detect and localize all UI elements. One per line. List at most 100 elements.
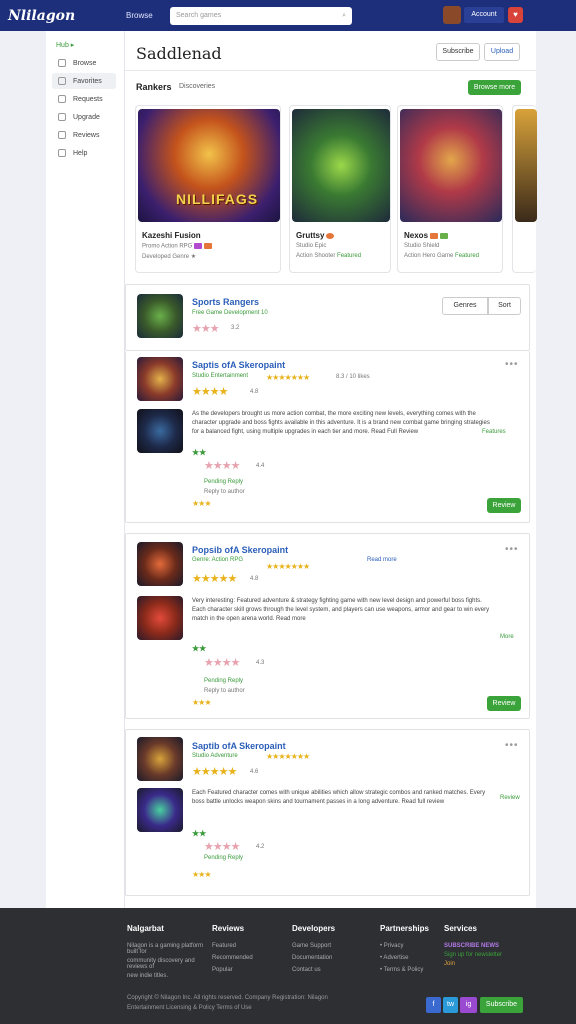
sidebar-item-favorites[interactable]: Favorites <box>52 73 116 89</box>
game-thumbnail[interactable] <box>137 542 183 586</box>
rating-value: 4.2 <box>256 844 265 850</box>
star-rating: ★★★★ <box>204 841 240 853</box>
footer-text: community discovery and reviews of <box>127 958 195 970</box>
likes-meta: 8.3 / 10 likes <box>336 374 370 380</box>
rating-value: 4.6 <box>250 769 259 775</box>
reviewer-avatar[interactable] <box>137 596 183 640</box>
review-button[interactable]: Review <box>487 498 521 513</box>
review-text: Very interesting: Featured adventure & s… <box>192 598 490 622</box>
game-thumbnail[interactable] <box>137 737 183 781</box>
badge-icons: ★★ <box>192 829 207 838</box>
game-subtitle: Studio Adventure <box>192 753 238 759</box>
game-title-link[interactable]: Popsib ofA Skeropaint <box>192 545 288 555</box>
game-meta: Action Shooter Featured <box>296 253 361 259</box>
game-name: Kazeshi Fusion <box>142 231 201 240</box>
footer-link[interactable]: Game Support <box>292 943 335 949</box>
game-category: Action Hero Game <box>404 253 454 259</box>
footer-column: Partnerships • Privacy • Advertise • Ter… <box>380 924 429 979</box>
badge-icon <box>194 243 203 249</box>
newsletter-title: SUBSCRIBE NEWS <box>444 943 500 949</box>
review-button[interactable]: Review <box>487 696 521 711</box>
badge-icon <box>326 232 335 239</box>
footer-column: Developers Game Support Documentation Co… <box>292 924 335 979</box>
join-link[interactable]: Join <box>444 961 536 967</box>
search-input[interactable]: Search games ⌕ <box>170 6 352 25</box>
subscribe-footer-button[interactable]: Subscribe <box>480 997 523 1013</box>
game-title-link[interactable]: Saptis ofA Skeropaint <box>192 360 285 370</box>
logo[interactable]: Nlilagon <box>8 8 126 24</box>
browse-more-button[interactable]: Browse more <box>468 80 521 95</box>
review-tag[interactable]: More <box>500 634 514 640</box>
footer-link[interactable]: • Privacy <box>380 943 429 949</box>
read-more-link[interactable]: Read more <box>367 557 397 563</box>
footer-link[interactable]: Recommended <box>212 955 253 961</box>
badge-icon <box>440 232 449 239</box>
instagram-icon[interactable]: ig <box>460 997 477 1013</box>
sidebar-item-label: Favorites <box>73 77 102 85</box>
star-rating-small: ★★★ <box>192 698 211 707</box>
notification-icon[interactable]: ♥ <box>508 7 523 23</box>
footer-link[interactable]: Featured <box>212 943 253 949</box>
sidebar-item-label: Help <box>73 149 88 157</box>
avatar[interactable] <box>443 6 461 24</box>
game-thumbnail[interactable] <box>137 294 183 338</box>
genre-filter[interactable]: Genres <box>442 297 488 315</box>
footer-link[interactable]: Popular <box>212 967 253 973</box>
game-genre: Promo Action RPG <box>142 243 193 250</box>
sidebar-item-browse[interactable]: Browse <box>52 55 116 71</box>
more-options-icon[interactable]: ••• <box>505 544 519 555</box>
grid-icon <box>58 59 66 67</box>
review-panel: Popsib ofA Skeropaint ••• Genre: Action … <box>125 533 530 719</box>
sidebar-item-upgrade[interactable]: Upgrade <box>52 109 116 125</box>
game-card-partial[interactable] <box>512 105 537 273</box>
more-options-icon[interactable]: ••• <box>505 359 519 370</box>
top-bar: Nlilagon Browse Search games ⌕ Account ♥ <box>0 0 576 31</box>
game-card[interactable]: Nexos Studio Shield Action Hero Game Fea… <box>397 105 503 273</box>
sort-dropdown[interactable]: Sort <box>488 297 521 315</box>
review-text: Each Featured character comes with uniqu… <box>192 790 486 805</box>
game-thumbnail[interactable] <box>137 357 183 401</box>
reply-sub[interactable]: Reply to author <box>204 688 245 694</box>
footer-heading: Services <box>444 924 477 933</box>
footer-link[interactable]: • Advertise <box>380 955 429 961</box>
twitter-icon[interactable]: tw <box>443 997 458 1013</box>
review-tag[interactable]: Features <box>482 429 506 435</box>
subscribe-button[interactable]: Subscribe <box>436 43 480 61</box>
sidebar-item-reviews[interactable]: Reviews <box>52 127 116 143</box>
search-placeholder: Search games <box>176 12 222 19</box>
game-title-link[interactable]: Saptib ofA Skeropaint <box>192 741 286 751</box>
reply-sub[interactable]: Reply to author <box>204 489 245 495</box>
help-icon <box>58 149 66 157</box>
badge-icons: ★★ <box>192 644 207 653</box>
sidebar-item-label: Upgrade <box>73 113 100 121</box>
footer-link[interactable]: Documentation <box>292 955 335 961</box>
reviewer-avatar[interactable] <box>137 788 183 832</box>
game-card[interactable]: Gruttsy Studio Epic Action Shooter Featu… <box>289 105 391 273</box>
game-name: Gruttsy <box>296 231 335 240</box>
game-title-link[interactable]: Sports Rangers <box>192 297 259 307</box>
footer-link[interactable]: • Terms & Policy <box>380 967 429 973</box>
page-title: Saddlenad <box>136 44 222 63</box>
sidebar-item-help[interactable]: Help <box>52 145 116 161</box>
star-rating-small: ★★★ <box>192 870 211 879</box>
section-title: Rankers <box>136 82 172 92</box>
upload-button[interactable]: Upload <box>484 43 520 61</box>
reviewer-avatar[interactable] <box>137 409 183 453</box>
facebook-icon[interactable]: f <box>426 997 441 1013</box>
more-options-icon[interactable]: ••• <box>505 740 519 751</box>
game-card[interactable]: NILLIFAGS Kazeshi Fusion Promo Action RP… <box>135 105 281 273</box>
search-icon[interactable]: ⌕ <box>342 12 346 20</box>
nav-browse[interactable]: Browse <box>126 11 170 20</box>
badge-icons: ★★ <box>192 448 207 457</box>
sidebar-item-requests[interactable]: Requests <box>52 91 116 107</box>
game-developer: Developed Genre ★ <box>142 254 197 260</box>
game-art <box>515 109 537 222</box>
reply-status: Pending Reply <box>204 479 244 485</box>
footer: Nalgarbat Nilagon is a gaming platform b… <box>0 908 576 1024</box>
review-tag[interactable]: Review <box>500 795 520 801</box>
rating-value: 4.3 <box>256 660 265 666</box>
footer-link[interactable]: Contact us <box>292 967 335 973</box>
sidebar: Hub ▸ Browse Favorites Requests Upgrade … <box>46 31 125 908</box>
account-button[interactable]: Account <box>464 7 504 23</box>
badge-icon <box>430 232 439 239</box>
